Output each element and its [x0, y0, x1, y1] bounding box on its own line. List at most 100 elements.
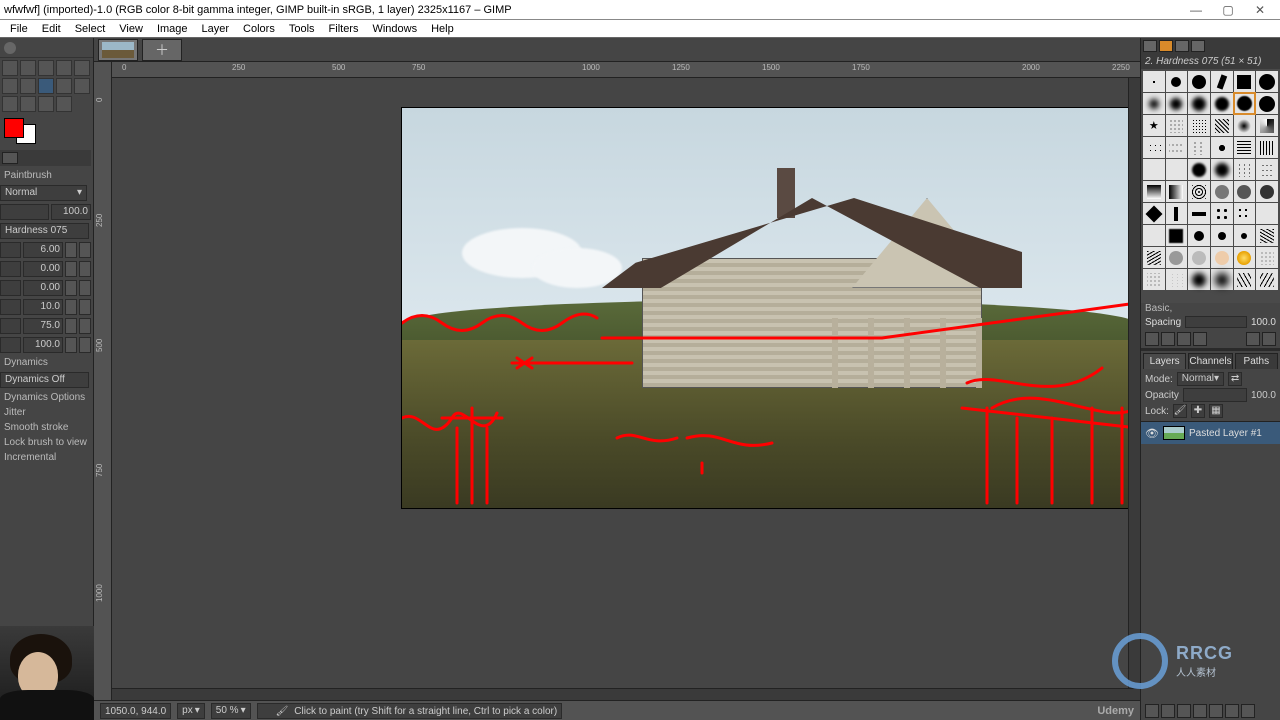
- brush-item[interactable]: [1166, 115, 1188, 136]
- horizontal-scrollbar[interactable]: [112, 688, 1140, 700]
- tool-paths[interactable]: [20, 96, 36, 112]
- force-value[interactable]: 100.0: [23, 337, 63, 353]
- brush-item[interactable]: [1166, 137, 1188, 158]
- tool-paintbrush[interactable]: [38, 78, 54, 94]
- opacity-value[interactable]: 100.0: [51, 204, 91, 220]
- brush-item[interactable]: [1234, 203, 1256, 224]
- minimize-button[interactable]: —: [1180, 1, 1212, 19]
- brush-item[interactable]: [1234, 159, 1256, 180]
- spacing-link-icon[interactable]: [79, 299, 91, 315]
- layer-visibility-icon[interactable]: 👁: [1145, 426, 1159, 440]
- brush-item[interactable]: [1188, 225, 1210, 246]
- brush-item[interactable]: [1188, 137, 1210, 158]
- tool-options-tab-icon[interactable]: [2, 152, 18, 164]
- brush-item[interactable]: [1166, 159, 1188, 180]
- brush-item[interactable]: [1234, 137, 1256, 158]
- menu-colors[interactable]: Colors: [237, 22, 281, 36]
- brush-item[interactable]: [1143, 159, 1165, 180]
- brush-item[interactable]: [1188, 115, 1210, 136]
- brush-item[interactable]: [1211, 93, 1233, 114]
- layer-down-icon[interactable]: [1193, 704, 1207, 718]
- brush-edit-icon[interactable]: [1145, 332, 1159, 346]
- tool-bucket[interactable]: [2, 78, 18, 94]
- angle-value[interactable]: 0.00: [23, 280, 63, 296]
- brush-item[interactable]: [1143, 247, 1165, 268]
- zoom-dropdown[interactable]: 50 %▾: [211, 703, 251, 719]
- aspect-link-icon[interactable]: [79, 261, 91, 277]
- brush-new-icon[interactable]: [1161, 332, 1175, 346]
- layer-new-icon[interactable]: [1145, 704, 1159, 718]
- unit-dropdown[interactable]: px▾: [177, 703, 205, 719]
- tool-gradient[interactable]: [20, 78, 36, 94]
- horizontal-ruler[interactable]: 0 250 500 750 1000 1250 1500 1750 2000 2…: [112, 62, 1140, 78]
- tool-crop[interactable]: [56, 60, 72, 76]
- brush-item[interactable]: [1143, 181, 1165, 202]
- brush-item[interactable]: [1188, 203, 1210, 224]
- brush-item[interactable]: [1143, 93, 1165, 114]
- layer-anchor-icon[interactable]: [1225, 704, 1239, 718]
- hardness-value[interactable]: 75.0: [23, 318, 63, 334]
- tool-clone[interactable]: [74, 78, 90, 94]
- brush-item[interactable]: [1143, 203, 1165, 224]
- brush-item[interactable]: [1211, 225, 1233, 246]
- aspect-value[interactable]: 0.00: [23, 261, 63, 277]
- lock-brush-checkbox[interactable]: Lock brush to view: [0, 435, 91, 450]
- dynamics-picker[interactable]: Dynamics Off: [0, 372, 89, 388]
- lock-alpha-icon[interactable]: ▦: [1209, 404, 1223, 418]
- brush-item[interactable]: [1188, 93, 1210, 114]
- vertical-ruler[interactable]: 0 250 500 750 1000: [94, 62, 112, 700]
- paths-tab[interactable]: Paths: [1235, 353, 1278, 369]
- brush-item[interactable]: [1188, 269, 1210, 290]
- color-swatches[interactable]: [4, 118, 36, 144]
- menu-tools[interactable]: Tools: [283, 22, 321, 36]
- dynamics-options-expander[interactable]: Dynamics Options: [0, 390, 91, 405]
- brush-item[interactable]: [1166, 225, 1188, 246]
- smooth-stroke-checkbox[interactable]: Smooth stroke: [0, 420, 91, 435]
- gradients-tab[interactable]: [1175, 40, 1189, 52]
- angle-slider[interactable]: [0, 280, 21, 296]
- brush-item[interactable]: [1211, 269, 1233, 290]
- brush-item[interactable]: [1143, 71, 1165, 92]
- brush-item[interactable]: [1234, 225, 1256, 246]
- brush-item[interactable]: [1166, 93, 1188, 114]
- brush-item[interactable]: [1211, 247, 1233, 268]
- brush-duplicate-icon[interactable]: [1177, 332, 1191, 346]
- brush-spacing-slider[interactable]: [1185, 316, 1247, 328]
- brush-item[interactable]: [1166, 181, 1188, 202]
- brush-item[interactable]: [1211, 115, 1233, 136]
- brush-item[interactable]: [1234, 269, 1256, 290]
- brush-item[interactable]: [1256, 137, 1278, 158]
- canvas[interactable]: [112, 78, 1140, 700]
- jitter-checkbox[interactable]: Jitter: [0, 405, 91, 420]
- brush-item[interactable]: [1166, 71, 1188, 92]
- aspect-slider[interactable]: [0, 261, 21, 277]
- menu-file[interactable]: File: [4, 22, 34, 36]
- force-slider[interactable]: [0, 337, 21, 353]
- brush-item-selected[interactable]: [1234, 93, 1256, 114]
- size-reset-icon[interactable]: [65, 242, 77, 258]
- layer-row[interactable]: 👁 Pasted Layer #1: [1141, 422, 1280, 444]
- tool-free-select[interactable]: [38, 60, 54, 76]
- tool-text[interactable]: [38, 96, 54, 112]
- opacity-slider[interactable]: [0, 204, 49, 220]
- brush-item[interactable]: [1166, 247, 1188, 268]
- brush-item[interactable]: [1143, 269, 1165, 290]
- brush-item[interactable]: [1256, 93, 1278, 114]
- layer-duplicate-icon[interactable]: [1209, 704, 1223, 718]
- tool-rect-select[interactable]: [20, 60, 36, 76]
- size-slider[interactable]: [0, 242, 21, 258]
- brush-item[interactable]: [1188, 71, 1210, 92]
- brush-item[interactable]: [1211, 159, 1233, 180]
- menu-windows[interactable]: Windows: [366, 22, 423, 36]
- spacing-slider[interactable]: [0, 299, 21, 315]
- brush-item[interactable]: [1211, 137, 1233, 158]
- tool-smudge[interactable]: [2, 96, 18, 112]
- lock-pixels-icon[interactable]: 🖌: [1173, 404, 1187, 418]
- force-link-icon[interactable]: [79, 337, 91, 353]
- brush-item[interactable]: [1256, 115, 1278, 136]
- layer-mode-dropdown[interactable]: Normal ▾: [1177, 372, 1224, 386]
- tool-move[interactable]: [2, 60, 18, 76]
- channels-tab[interactable]: Channels: [1188, 353, 1232, 369]
- hardness-reset-icon[interactable]: [65, 318, 77, 334]
- brush-item[interactable]: [1256, 247, 1278, 268]
